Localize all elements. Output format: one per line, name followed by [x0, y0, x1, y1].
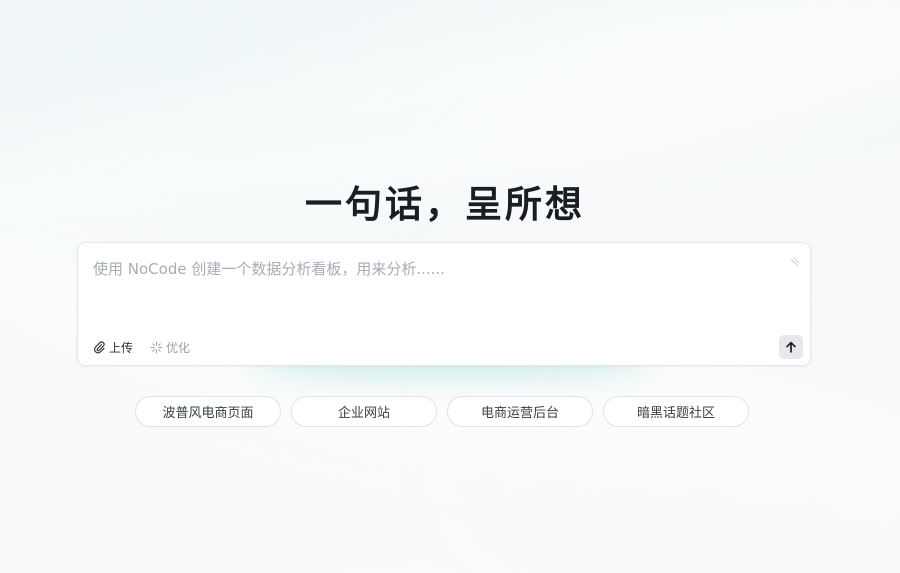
arrow-up-icon [786, 341, 796, 353]
send-button[interactable] [779, 335, 803, 359]
suggestion-chip[interactable]: 波普风电商页面 [135, 396, 281, 427]
upload-label: 上传 [109, 340, 134, 355]
resize-handle-icon[interactable] [789, 253, 801, 267]
suggestion-chip[interactable]: 暗黑话题社区 [603, 396, 749, 427]
suggestion-chip[interactable]: 企业网站 [291, 396, 437, 427]
optimize-label: 优化 [166, 340, 191, 355]
suggestion-chip[interactable]: 电商运营后台 [447, 396, 593, 427]
page-title: 一句话，呈所想 [305, 182, 585, 226]
paperclip-icon [94, 340, 105, 353]
upload-button[interactable]: 上传 [93, 338, 133, 356]
sparkle-icon [150, 341, 163, 353]
suggestion-chips: 波普风电商页面 企业网站 电商运营后台 暗黑话题社区 [135, 396, 749, 427]
prompt-box: 上传 优化 [77, 242, 811, 366]
optimize-button[interactable]: 优化 [150, 338, 190, 356]
prompt-input[interactable] [93, 258, 783, 318]
